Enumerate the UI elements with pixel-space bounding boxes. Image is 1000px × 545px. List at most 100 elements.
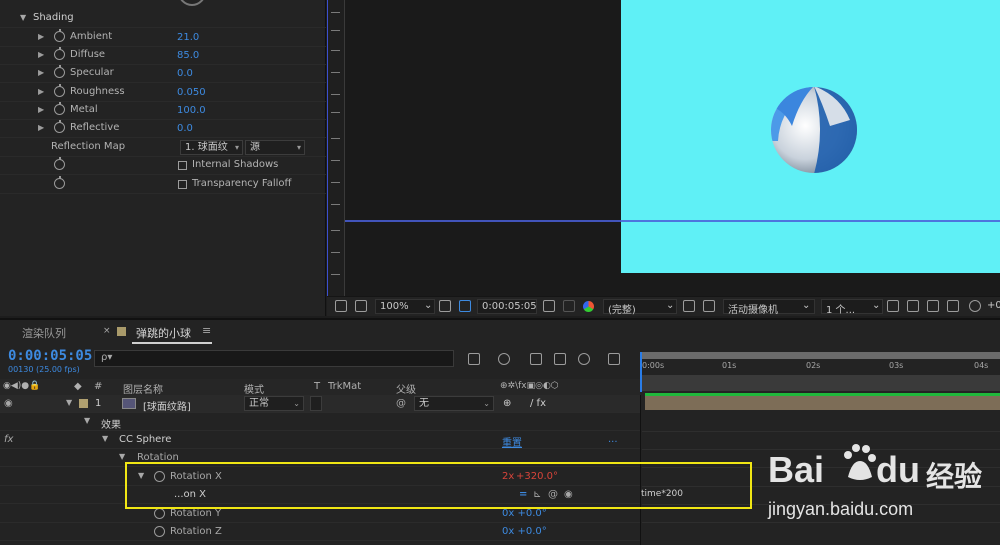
- stopwatch-icon[interactable]: [54, 176, 65, 189]
- angle-dial[interactable]: [178, 0, 206, 6]
- comp-mini-flowchart-icon[interactable]: [468, 353, 480, 365]
- reflection-layer-dropdown[interactable]: 1. 球面纹 ▾: [180, 140, 243, 155]
- stopwatch-icon[interactable]: [54, 84, 65, 97]
- viewer-timecode[interactable]: 0:00:05:05: [477, 299, 537, 314]
- stopwatch-icon[interactable]: [54, 102, 65, 115]
- rotation-z-label: Rotation Z: [170, 526, 222, 537]
- layer-row[interactable]: ◉ ▼ 1 [球面纹路] 正常 ⌄ @ 无 ⌄ ⊕ / fx: [0, 395, 640, 413]
- effects-row[interactable]: ▼ 效果: [0, 413, 640, 431]
- ruler-label: 02s: [806, 361, 821, 370]
- transparency-grid-icon[interactable]: [703, 300, 715, 312]
- rotation-z-value[interactable]: 0x +0.0°: [502, 526, 547, 537]
- column-layer-name[interactable]: 图层名称: [123, 381, 163, 396]
- color-channel-icon[interactable]: [583, 301, 594, 312]
- draft-3d-icon[interactable]: [498, 353, 510, 365]
- reset-button[interactable]: 重置: [502, 434, 522, 449]
- fast-preview-icon[interactable]: [683, 300, 695, 312]
- label-color-swatch[interactable]: [79, 399, 88, 408]
- expand-triangle-icon[interactable]: ▶: [38, 123, 44, 132]
- property-value[interactable]: 0.0: [177, 68, 193, 79]
- transparency-falloff-checkbox[interactable]: [178, 180, 187, 189]
- property-value[interactable]: 100.0: [177, 105, 206, 116]
- fx-switch-icon[interactable]: / fx: [530, 398, 546, 409]
- current-time-display[interactable]: 0:00:05:05: [8, 348, 92, 364]
- graph-editor-icon[interactable]: [608, 353, 620, 365]
- close-icon[interactable]: ×: [103, 326, 111, 336]
- exposure-value[interactable]: +0: [987, 300, 1000, 311]
- show-snapshot-icon[interactable]: [563, 300, 575, 312]
- stopwatch-icon[interactable]: [54, 29, 65, 42]
- shading-group[interactable]: ▼ Shading: [0, 10, 326, 28]
- work-area-bar[interactable]: [642, 352, 1000, 359]
- region-icon[interactable]: [459, 300, 471, 312]
- collapse-triangle-icon[interactable]: ▼: [102, 434, 108, 443]
- property-value[interactable]: 21.0: [177, 32, 199, 43]
- property-row-roughness[interactable]: ▶ Roughness 0.050: [0, 84, 326, 102]
- effect-options[interactable]: ...: [608, 434, 618, 445]
- tab-composition[interactable]: 弹跳的小球: [136, 325, 191, 341]
- stopwatch-icon[interactable]: [54, 157, 65, 170]
- disclosure-triangle-icon[interactable]: ▼: [20, 13, 26, 22]
- internal-shadows-checkbox[interactable]: [178, 161, 187, 170]
- layer-search-input[interactable]: ρ▾: [94, 350, 454, 367]
- fx-icon[interactable]: fx: [4, 434, 13, 445]
- collapse-triangle-icon[interactable]: ▼: [66, 398, 72, 407]
- reflection-source-dropdown[interactable]: 源 ▾: [245, 140, 305, 155]
- timeline-icon[interactable]: [927, 300, 939, 312]
- expand-triangle-icon[interactable]: ▶: [38, 32, 44, 41]
- expand-triangle-icon[interactable]: ▶: [38, 68, 44, 77]
- flowchart-icon[interactable]: [947, 300, 959, 312]
- stopwatch-icon[interactable]: [54, 47, 65, 60]
- monitor-icon[interactable]: [335, 300, 347, 312]
- camera-dropdown[interactable]: 活动摄像机 ⌄: [723, 299, 815, 316]
- layer-name[interactable]: [球面纹路]: [143, 398, 191, 413]
- property-row-specular[interactable]: ▶ Specular 0.0: [0, 65, 326, 83]
- shy-switch-icon[interactable]: ⊕: [503, 398, 511, 409]
- effect-row-cc-sphere[interactable]: fx ▼ CC Sphere 重置 ...: [0, 431, 640, 449]
- grid-icon[interactable]: [439, 300, 451, 312]
- current-time-indicator[interactable]: [640, 352, 642, 392]
- property-row-diffuse[interactable]: ▶ Diffuse 85.0: [0, 47, 326, 65]
- property-value[interactable]: 0.0: [177, 123, 193, 134]
- rotation-z-row[interactable]: Rotation Z 0x +0.0°: [0, 523, 640, 541]
- stopwatch-icon[interactable]: [154, 508, 165, 519]
- motion-blur-icon[interactable]: [578, 353, 590, 365]
- rotation-y-value[interactable]: 0x +0.0°: [502, 508, 547, 519]
- toggle-view-icon[interactable]: [887, 300, 899, 312]
- zoom-dropdown[interactable]: 100% ⌄: [375, 299, 435, 314]
- stopwatch-icon[interactable]: [154, 526, 165, 537]
- tab-render-queue[interactable]: 渲染队列: [22, 325, 66, 341]
- highlight-box: [125, 462, 752, 509]
- property-row-reflective[interactable]: ▶ Reflective 0.0: [0, 120, 326, 138]
- collapse-triangle-icon[interactable]: ▼: [84, 416, 90, 425]
- expand-triangle-icon[interactable]: ▶: [38, 50, 44, 59]
- pixel-aspect-icon[interactable]: [907, 300, 919, 312]
- reset-exposure-icon[interactable]: [969, 300, 981, 312]
- views-dropdown[interactable]: 1 个... ⌄: [821, 299, 883, 316]
- collapse-triangle-icon[interactable]: ▼: [119, 452, 125, 461]
- shy-layers-icon[interactable]: [530, 353, 542, 365]
- frame-blending-icon[interactable]: [554, 353, 566, 365]
- pickwhip-icon[interactable]: @: [396, 398, 406, 409]
- watermark-brand-suffix: du: [876, 449, 920, 490]
- guide-line[interactable]: [345, 220, 1000, 222]
- expand-triangle-icon[interactable]: ▶: [38, 87, 44, 96]
- layer-mode-dropdown[interactable]: 正常 ⌄: [244, 396, 304, 411]
- stopwatch-icon[interactable]: [54, 65, 65, 78]
- property-value[interactable]: 0.050: [177, 87, 206, 98]
- property-row-metal[interactable]: ▶ Metal 100.0: [0, 102, 326, 120]
- expand-triangle-icon[interactable]: ▶: [38, 105, 44, 114]
- parent-dropdown[interactable]: 无 ⌄: [414, 396, 494, 411]
- time-ruler[interactable]: 0:00s 01s 02s 03s 04s: [642, 359, 1000, 375]
- camera-snapshot-icon[interactable]: [543, 300, 555, 312]
- sphere-ball[interactable]: [770, 86, 858, 174]
- layer-duration-bar[interactable]: [645, 396, 1000, 410]
- property-value[interactable]: 85.0: [177, 50, 199, 61]
- menu-icon[interactable]: ≡: [202, 324, 211, 337]
- trkmat-box[interactable]: [310, 396, 322, 411]
- display-icon[interactable]: [355, 300, 367, 312]
- property-row-ambient[interactable]: ▶ Ambient 21.0: [0, 29, 326, 47]
- resolution-dropdown[interactable]: (完整) ⌄: [603, 299, 677, 316]
- stopwatch-icon[interactable]: [54, 120, 65, 133]
- eye-icon[interactable]: ◉: [4, 398, 13, 409]
